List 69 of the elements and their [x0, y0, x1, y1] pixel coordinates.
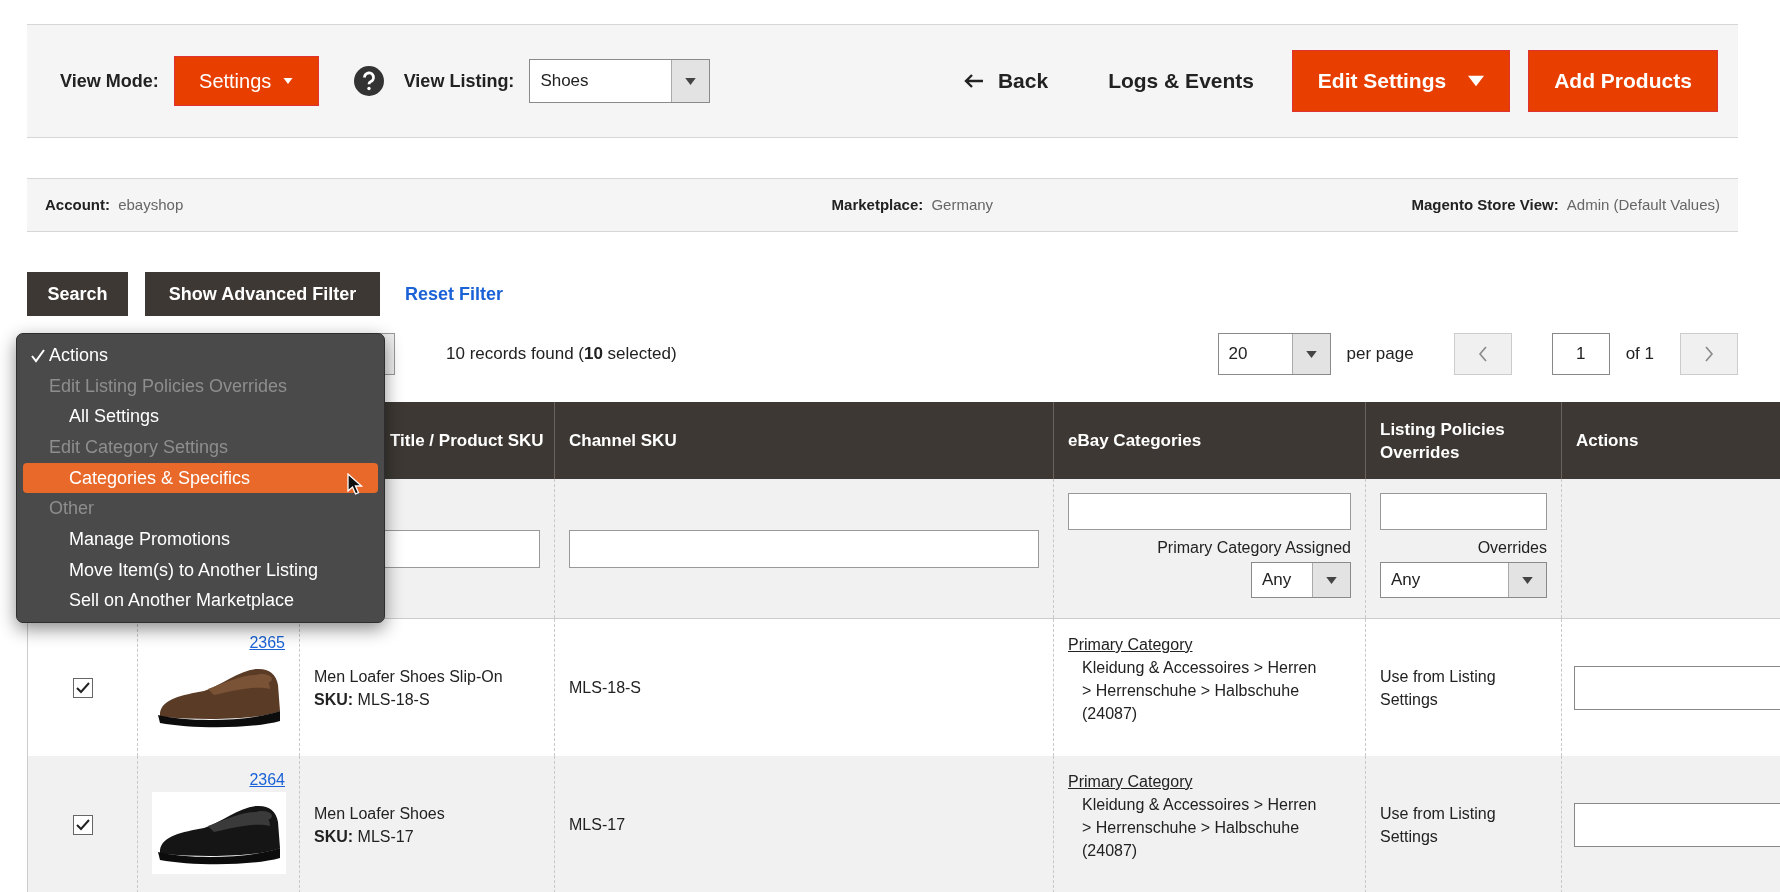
menu-group-label: Other [48, 497, 96, 521]
channel-sku: MLS-17 [569, 814, 626, 835]
view-listing-label: View Listing: [403, 69, 515, 93]
add-products-button[interactable]: Add Products [1528, 50, 1718, 112]
product-id-link[interactable]: 2364 [249, 770, 285, 790]
column-header: eBay Categories [1068, 430, 1202, 452]
info-item: Account: ebayshop [45, 194, 184, 215]
caret-icon [685, 77, 697, 85]
overrides-value: Use from Listing Settings [1380, 803, 1497, 847]
category-filter-field[interactable] [1068, 493, 1351, 530]
menu-group-label: Edit Listing Policies Overrides [48, 374, 289, 398]
view-mode-label: View Mode: [60, 69, 159, 93]
product-sku: SKU: MLS-17 [314, 826, 415, 847]
action-field[interactable] [1574, 802, 1780, 847]
caret-icon [1468, 75, 1485, 87]
menu-item[interactable]: All Settings [23, 401, 378, 432]
chevron-left-icon [1477, 346, 1488, 362]
help-icon[interactable] [353, 66, 384, 96]
edit-settings-button[interactable]: Edit Settings [1292, 50, 1510, 112]
checkmark-icon [31, 349, 45, 363]
product-title: Men Loafer Shoes Slip-On [314, 666, 504, 687]
action-field[interactable] [1574, 665, 1780, 710]
cursor-icon [347, 472, 363, 495]
search-button[interactable]: Search [27, 272, 128, 316]
overrides-filter-label: Overrides [1477, 538, 1547, 558]
menu-item[interactable]: Actions [23, 340, 378, 371]
overrides-filter-field[interactable] [1380, 493, 1547, 530]
category-path: Kleidung & Accessoires > Herren > Herrenschuhe > Halbschuhe (24087) [1081, 795, 1318, 861]
category-assigned-select[interactable]: Any [1251, 562, 1351, 598]
caret-icon [283, 78, 294, 84]
category-path: Kleidung & Accessoires > Herren > Herrenschuhe > Halbschuhe (24087) [1081, 658, 1318, 724]
column-header: Actions [1576, 430, 1639, 452]
menu-item[interactable]: Manage Promotions [23, 524, 378, 555]
page-field[interactable]: 1 [1551, 333, 1610, 375]
logs-events-link[interactable]: Logs & Events [1108, 65, 1254, 97]
caret-icon [1305, 350, 1317, 358]
info-item: Magento Store View: Admin (Default Values) [1411, 194, 1720, 215]
per-page-label: per page [1346, 343, 1414, 366]
product-title: Men Loafer Shoes [314, 803, 446, 824]
channel-sku-filter-field[interactable] [569, 529, 1039, 568]
column-header: Channel SKU [569, 430, 677, 452]
caret-icon [1522, 576, 1533, 584]
per-page-select[interactable]: 20 [1217, 333, 1331, 375]
page-count: of 1 [1625, 343, 1654, 366]
view-mode-button[interactable]: Settings [173, 56, 319, 106]
row-checkbox[interactable] [72, 677, 93, 698]
menu-item[interactable]: Sell on Another Marketplace [23, 585, 378, 617]
info-item: Marketplace: Germany [831, 194, 994, 215]
product-sku: SKU: MLS-18-S [314, 689, 431, 710]
channel-sku: MLS-18-S [569, 677, 642, 698]
column-header: Listing Policies Overrides [1380, 418, 1506, 464]
row-checkbox[interactable] [72, 814, 93, 835]
arrow-left-icon [963, 73, 984, 89]
overrides-select[interactable]: Any [1380, 562, 1547, 598]
overrides-value: Use from Listing Settings [1380, 666, 1497, 710]
column-header: Title / Product SKU [390, 430, 544, 452]
product-id-link[interactable]: 2365 [249, 633, 285, 653]
reset-filter-link[interactable]: Reset Filter [405, 280, 504, 308]
menu-item[interactable]: Move Item(s) to Another Listing [23, 554, 378, 586]
view-listing-select[interactable]: Shoes [529, 59, 711, 103]
back-button[interactable]: Back [963, 65, 1049, 97]
menu-group-label: Edit Category Settings [48, 435, 230, 459]
primary-category-label: Primary Category [1068, 772, 1194, 792]
records-count: 10 records found (10 selected) [446, 343, 677, 366]
advanced-filter-button[interactable]: Show Advanced Filter [145, 272, 380, 316]
category-filter-label: Primary Category Assigned [1157, 538, 1351, 558]
caret-icon [1326, 576, 1337, 584]
chevron-right-icon [1704, 346, 1714, 362]
primary-category-label: Primary Category [1068, 635, 1194, 655]
